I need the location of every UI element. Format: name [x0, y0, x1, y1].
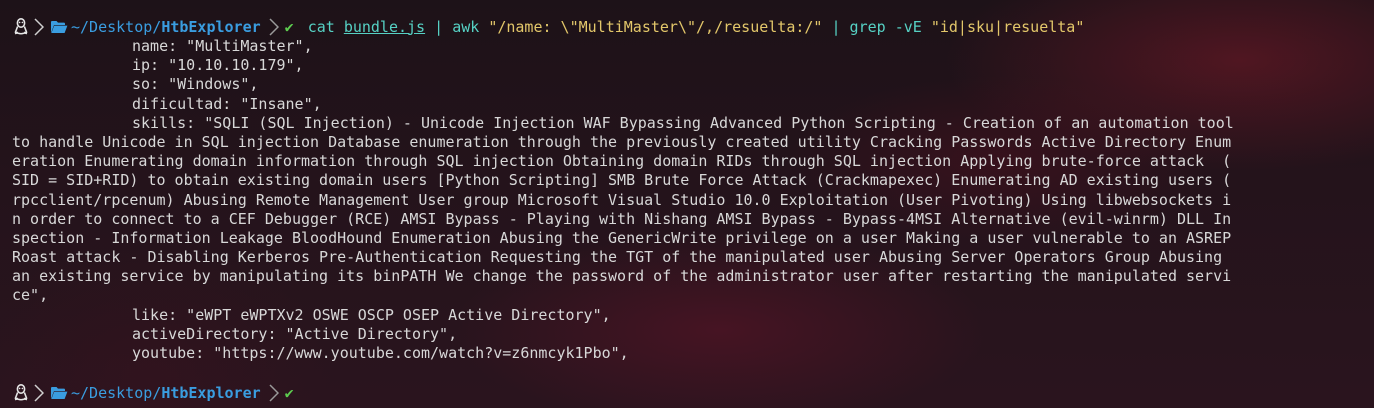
output-line-name: name: "MultiMaster", — [132, 37, 313, 55]
output-line-skills-0: skills: "SQLI (SQL Injection) - Unicode … — [132, 113, 1234, 132]
output-line-skills-1: to handle Unicode in SQL injection Datab… — [12, 132, 1232, 151]
success-check-icon: ✔ — [284, 17, 294, 36]
output-line-skills-6: spection - Information Leakage BloodHoun… — [12, 228, 1232, 247]
segment-separator-icon — [32, 17, 46, 36]
output-line-active-directory: activeDirectory: "Active Directory", — [132, 324, 458, 343]
prompt-path-current: HtbExplorer — [161, 383, 261, 402]
output-line-skills-9: ce", — [12, 286, 49, 305]
output-line-skills-4: rpcclient/rpcenum) Abusing Remote Manage… — [12, 190, 1232, 209]
prompt-path-base: ~/Desktop/ — [71, 383, 162, 402]
output-line-skills-2: eration Enumerating domain information t… — [12, 152, 1232, 171]
output-line-youtube: youtube: "https://www.youtube.com/watch?… — [132, 344, 629, 362]
linux-tux-icon — [12, 383, 30, 402]
cmd-grep-flags: -vE — [894, 17, 922, 36]
command-output: name: "MultiMaster", ip: "10.10.10.179",… — [12, 37, 1362, 382]
cmd-file: bundle.js — [343, 17, 426, 36]
prompt-end-arrow-icon — [267, 384, 281, 402]
output-line-skills-7: Roast attack - Disabling Kerberos Pre-Au… — [12, 248, 1223, 267]
cmd-grep: grep — [849, 17, 886, 36]
terminal-window[interactable]: ~/Desktop/HtbExplorer ✔ cat bundle.js | … — [12, 16, 1362, 403]
cmd-pipe-1: | — [434, 17, 444, 36]
cmd-awk-arg: "/name: \"MultiMaster\"/,/resuelta:/" — [488, 17, 823, 36]
output-line-skills-5: n order to connect to a CEF Debugger (RC… — [12, 209, 1232, 228]
folder-open-icon — [50, 385, 68, 401]
cmd-grep-arg: "id|sku|resuelta" — [930, 17, 1085, 36]
segment-separator-icon — [32, 384, 46, 402]
prompt-end-arrow-icon — [267, 17, 281, 36]
output-line-like: like: "eWPT eWPTXv2 OSWE OSCP OSEP Activ… — [132, 305, 611, 324]
prompt-line-idle[interactable]: ~/Desktop/HtbExplorer ✔ — [12, 382, 1362, 403]
success-check-icon: ✔ — [284, 383, 294, 402]
output-line-ip: ip: "10.10.10.179", — [132, 56, 304, 75]
output-line-dificultad: dificultad: "Insane", — [132, 94, 322, 113]
linux-tux-icon — [12, 17, 30, 36]
cmd-pipe-2: | — [831, 17, 841, 36]
prompt-path-base: ~/Desktop/ — [71, 17, 162, 36]
output-line-skills-8: an existing service by manipulating its … — [12, 267, 1232, 286]
output-line-so: so: "Windows", — [132, 75, 259, 94]
prompt-line: ~/Desktop/HtbExplorer ✔ cat bundle.js | … — [12, 16, 1362, 37]
cmd-awk: awk — [452, 17, 480, 36]
output-line-skills-3: SID = SID+RID) to obtain existing domain… — [12, 171, 1232, 190]
folder-open-icon — [50, 19, 68, 35]
cmd-program: cat — [307, 17, 335, 36]
prompt-path-current: HtbExplorer — [161, 17, 261, 36]
